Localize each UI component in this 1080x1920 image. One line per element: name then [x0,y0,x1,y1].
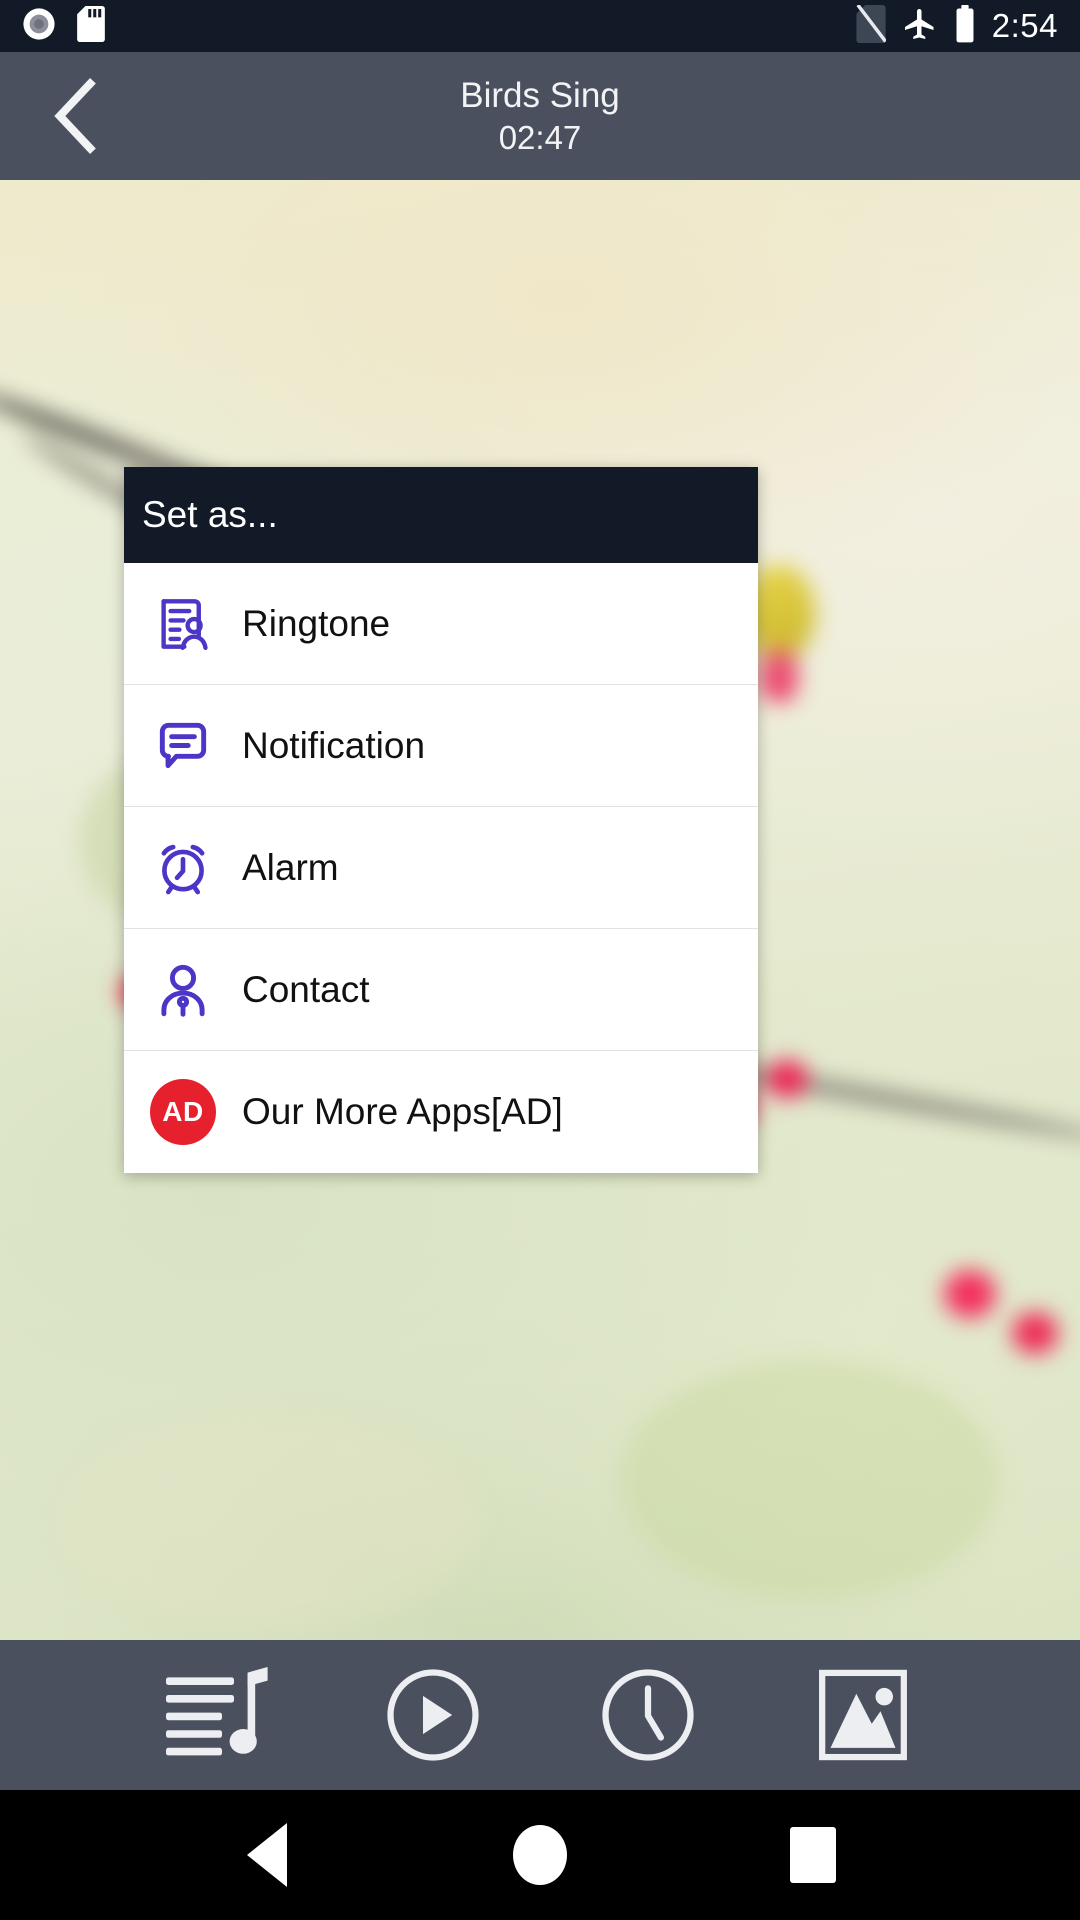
status-clock: 2:54 [991,7,1058,44]
page-title: Birds Sing [460,75,620,115]
dialog-item-label: Alarm [242,846,339,888]
alarm-clock-icon [124,837,242,899]
history-button[interactable] [588,1655,708,1775]
playlist-music-icon [165,1667,268,1756]
dialog-item-alarm[interactable]: Alarm [124,807,758,929]
berry [1012,1312,1058,1354]
airplane-mode-icon [902,6,938,47]
track-duration: 02:47 [498,118,582,156]
nav-home-icon [512,1825,567,1885]
dialog-item-label: Ringtone [242,602,391,644]
playlist-button[interactable] [158,1655,278,1775]
app-bar: Birds Sing 02:47 [0,52,1080,180]
dialog-item-notification[interactable]: Notification [124,685,758,807]
dialog-item-ringtone[interactable]: Ringtone [124,563,758,685]
contact-person-icon [124,959,242,1021]
phone-screen: 2:54 Birds Sing 02:47 Set as... Ringtone… [0,0,1080,1920]
ad-badge-icon: AD [124,1079,242,1145]
gallery-button[interactable] [803,1655,923,1775]
bokeh-blob [60,1410,480,1630]
record-disc-icon [22,7,56,46]
status-bar: 2:54 [0,0,1080,52]
battery-icon [954,4,976,48]
nav-back-icon [246,1823,287,1887]
nav-recents-icon [790,1827,837,1883]
bird-tail [760,650,798,702]
play-circle-icon [386,1669,479,1761]
bottom-toolbar [0,1640,1080,1790]
status-left-icons [22,5,106,47]
nav-back-button[interactable] [212,1800,322,1910]
bokeh-blob [620,1360,1000,1600]
clock-icon [601,1669,694,1761]
nav-recents-button[interactable] [758,1800,868,1910]
app-bar-titles: Birds Sing 02:47 [0,52,1080,180]
play-button[interactable] [373,1655,493,1775]
dialog-item-more-apps[interactable]: AD Our More Apps[AD] [124,1051,758,1173]
ad-badge-label: AD [150,1079,216,1145]
dialog-item-label: Our More Apps[AD] [242,1091,563,1132]
dialog-item-label: Notification [242,724,426,766]
set-as-dialog: Set as... Ringtone Notification Alarm Co… [124,467,758,1173]
dialog-title: Set as... [142,494,278,535]
berry [944,1270,996,1318]
dialog-item-label: Contact [242,968,370,1010]
back-button[interactable] [20,52,130,180]
status-right-icons: 2:54 [856,3,1058,48]
android-nav-bar [0,1790,1080,1920]
dialog-item-contact[interactable]: Contact [124,929,758,1051]
berry [766,1060,808,1098]
no-sim-icon [856,3,887,48]
back-icon [54,78,96,154]
notification-message-icon [124,715,242,777]
dialog-options-list: Ringtone Notification Alarm Contact AD O… [124,563,758,1173]
dialog-header: Set as... [124,467,758,563]
ringtone-contact-card-icon [124,593,242,655]
nav-home-button[interactable] [485,1800,595,1910]
sd-card-icon [76,5,106,47]
image-icon [818,1669,907,1761]
